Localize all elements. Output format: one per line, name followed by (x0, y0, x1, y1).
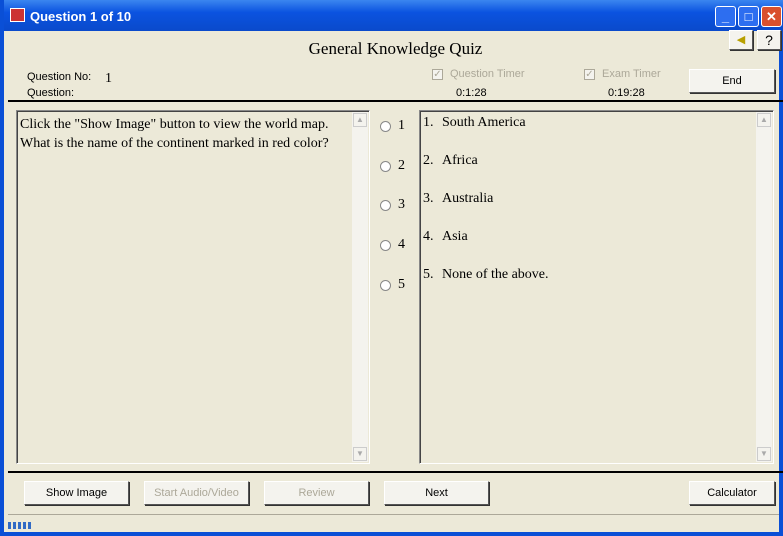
divider (8, 471, 783, 473)
option-radio-4[interactable] (380, 240, 391, 251)
question-timer-checkbox[interactable]: ✓ (432, 69, 443, 80)
answers-scrollbar[interactable]: ▲ ▼ (756, 112, 772, 462)
question-label: Question: (27, 87, 75, 99)
maximize-button[interactable]: □ (738, 6, 759, 27)
question-line: What is the name of the continent marked… (20, 136, 329, 151)
answer-item: 5. None of the above. (423, 267, 549, 282)
calculator-button[interactable]: Calculator (689, 481, 775, 505)
start-audio-video-button[interactable]: Start Audio/Video (144, 481, 249, 505)
exam-timer-value: 0:19:28 (608, 87, 645, 99)
question-timer-value: 0:1:28 (456, 87, 487, 99)
answer-item: 1. South America (423, 115, 526, 130)
help-button[interactable]: ? (757, 30, 781, 50)
question-scrollbar[interactable]: ▲ ▼ (352, 112, 368, 462)
option-radio-1[interactable] (380, 121, 391, 132)
app-icon (10, 8, 25, 22)
status-divider (8, 514, 779, 515)
option-number: 5 (398, 277, 405, 292)
divider (8, 100, 783, 102)
speaker-icon: ◀ (736, 34, 746, 46)
review-button[interactable]: Review (264, 481, 369, 505)
option-radio-3[interactable] (380, 200, 391, 211)
show-image-button[interactable]: Show Image (24, 481, 129, 505)
window-title: Question 1 of 10 (30, 9, 132, 24)
title-bar: Question 1 of 10 _ □ ✕ (4, 0, 783, 31)
option-number: 2 (398, 158, 405, 173)
sound-button[interactable]: ◀ (729, 30, 753, 50)
progress-bar (8, 522, 779, 532)
question-no-value: 1 (105, 71, 112, 86)
question-no-label: Question No: (27, 71, 92, 83)
option-radio-2[interactable] (380, 161, 391, 172)
option-number: 1 (398, 118, 405, 133)
answer-item: 2. Africa (423, 153, 478, 168)
end-button[interactable]: End (689, 69, 775, 93)
option-number: 3 (398, 197, 405, 212)
close-button[interactable]: ✕ (761, 6, 782, 27)
quiz-title: General Knowledge Quiz (308, 39, 483, 58)
question-timer-label: Question Timer (450, 68, 525, 80)
option-number: 4 (398, 237, 405, 252)
exam-timer-label: Exam Timer (602, 68, 661, 80)
progress-fill (8, 522, 32, 529)
next-button[interactable]: Next (384, 481, 489, 505)
question-text-pane: Click the "Show Image" button to view th… (16, 110, 370, 464)
minimize-button[interactable]: _ (715, 6, 736, 27)
option-radio-5[interactable] (380, 280, 391, 291)
exam-timer-checkbox[interactable]: ✓ (584, 69, 595, 80)
quiz-window: Question 1 of 10 _ □ ✕ General Knowledge… (0, 0, 783, 536)
answer-item: 4. Asia (423, 229, 468, 244)
question-line: Click the "Show Image" button to view th… (20, 117, 329, 132)
answer-item: 3. Australia (423, 191, 494, 206)
